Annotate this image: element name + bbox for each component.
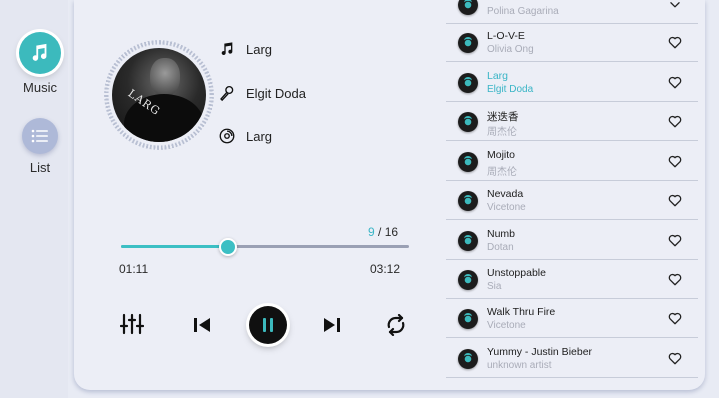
disc-icon [458,191,478,211]
current-track-index: 9 [368,225,375,239]
heart-icon[interactable] [668,312,682,325]
music-note-icon [218,40,236,58]
sidebar-item-music[interactable]: Music [0,32,80,95]
music-nav-button[interactable] [19,32,61,74]
playlist-item-artist: Vicetone [487,202,526,213]
repeat-icon [387,314,405,336]
sidebar: Music List [0,0,68,398]
next-button[interactable] [320,313,344,337]
elapsed-time: 01:11 [119,262,149,276]
sidebar-label-list: List [29,160,51,175]
playlist-item-artist: 周杰伦 [487,127,517,138]
equalizer-button[interactable] [119,311,145,337]
artist-name: Elgit Doda [246,85,306,101]
playlist-item-title: Yummy - Justin Bieber [487,346,593,358]
pause-icon [263,318,273,332]
playlist-item-title: Mojito [487,149,516,161]
disc-icon [458,33,478,53]
disc-icon [458,152,478,172]
playlist-item-title: L-O-V-E [487,30,525,42]
playlist-item[interactable]: Mojito 周杰伦 [446,142,698,181]
heart-icon[interactable] [668,155,682,168]
playlist-item-artist: Polina Gagarina [487,6,559,17]
play-pause-button[interactable] [249,306,287,344]
heart-icon[interactable] [668,36,682,49]
disc-icon [458,349,478,369]
playlist-item-title: Numb [487,228,516,240]
track-counter-separator: / [374,225,385,239]
equalizer-icon [120,313,144,335]
sidebar-item-list[interactable]: List [0,118,80,175]
album-art: LARG [104,40,214,150]
playlist-item-artist: unknown artist [487,360,552,371]
playlist-item-artist: Olivia Ong [487,44,534,55]
album-name: Larg [246,128,273,144]
playlist-item[interactable]: Larg Elgit Doda [446,63,698,102]
total-tracks: 16 [384,225,399,239]
heart-icon[interactable] [668,194,682,207]
playlist: Polina Gagarina L-O-V-E Olivia Ong Larg Elgi… [446,0,698,380]
heart-icon[interactable] [668,352,682,365]
artist-row: Elgit Doda [218,81,306,105]
playlist-item[interactable]: 迷迭香 周杰伦 [446,102,698,141]
playlist-item-artist: Dotan [487,242,514,253]
disc-icon [458,0,478,15]
playlist-item[interactable]: L-O-V-E Olivia Ong [446,23,698,62]
disc-icon [458,231,478,251]
heart-icon[interactable] [668,273,682,286]
playlist-item-artist: Elgit Doda [487,84,534,95]
list-icon [31,129,48,143]
playlist-item-artist: 周杰伦 [487,167,517,178]
music-note-icon [32,43,47,61]
playlist-item-title: Nevada [487,188,524,200]
total-duration: 03:12 [370,262,401,276]
progress-knob[interactable] [218,238,237,256]
playlist-item-title: 迷迭香 [487,111,519,123]
heart-icon[interactable] [668,76,682,89]
song-title-row: Larg [218,37,272,61]
playlist-item-title: Unstoppable [487,267,546,279]
disc-icon [458,270,478,290]
previous-button[interactable] [190,313,214,337]
disc-icon [458,309,478,329]
playlist-item[interactable]: Walk Thru Fire Vicetone [446,299,698,338]
sidebar-label-music: Music [23,80,57,95]
repeat-button[interactable] [382,312,410,338]
playlist-item-artist: Sia [487,281,502,292]
playlist-item-artist: Vicetone [487,320,526,331]
playlist-item-title: Walk Thru Fire [487,306,556,318]
playlist-item[interactable]: Unstoppable Sia [446,260,698,299]
skip-previous-icon [194,318,210,332]
playlist-item-title: Larg [487,70,509,82]
heart-icon[interactable] [668,234,682,247]
microphone-icon [218,84,236,102]
album-cover: LARG [112,48,206,142]
disc-icon [458,73,478,93]
disc-icon [458,112,478,132]
progress-slider[interactable] [121,238,409,256]
track-counter: 9 / 16 [368,225,398,239]
song-title: Larg [246,41,273,57]
list-nav-button[interactable] [22,118,58,154]
playlist-item[interactable]: Polina Gagarina [446,0,698,24]
progress-fill [121,245,228,248]
album-row: Larg [218,124,272,148]
chevron-down-icon[interactable] [668,0,682,11]
heart-icon[interactable] [668,115,682,128]
playlist-item[interactable]: Nevada Vicetone [446,181,698,220]
skip-next-icon [324,318,340,332]
playlist-item[interactable]: Numb Dotan [446,221,698,260]
album-cover-face [150,58,180,96]
playlist-item[interactable]: Yummy - Justin Bieber unknown artist [446,339,698,378]
disc-icon [218,127,236,145]
